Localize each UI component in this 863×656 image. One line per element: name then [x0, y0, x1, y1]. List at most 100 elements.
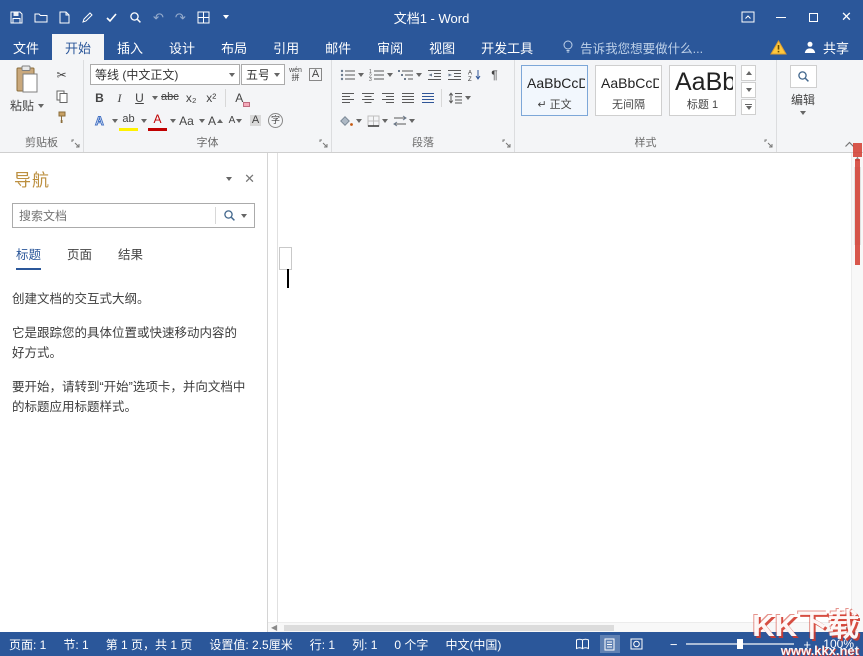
zoom-slider-thumb[interactable] [737, 639, 743, 649]
distribute-button[interactable] [418, 88, 437, 108]
align-left-button[interactable] [338, 88, 357, 108]
document-page[interactable] [268, 153, 851, 622]
minimize-button[interactable] [764, 0, 797, 34]
cut-button[interactable]: ✂ [52, 66, 71, 84]
web-layout-button[interactable] [627, 635, 647, 653]
line-spacing-button[interactable] [446, 88, 473, 108]
highlight-button[interactable]: ab [119, 111, 138, 131]
decrease-indent-button[interactable] [425, 65, 444, 85]
find-button[interactable] [790, 65, 817, 88]
shrink-font-button[interactable]: A [226, 111, 245, 131]
increase-indent-button[interactable] [445, 65, 464, 85]
print-layout-button[interactable] [600, 635, 620, 653]
notification-warning-icon[interactable] [770, 40, 787, 55]
find-icon[interactable] [129, 11, 142, 24]
style-card-heading1[interactable]: AaBbCcDd 标题 1 [669, 65, 736, 116]
superscript-button[interactable]: x² [202, 88, 221, 108]
tab-developer[interactable]: 开发工具 [468, 34, 546, 60]
status-page[interactable]: 页面: 1 [9, 636, 46, 653]
tab-home[interactable]: 开始 [52, 34, 104, 60]
status-line[interactable]: 行: 1 [310, 636, 335, 653]
clipboard-dialog-launcher[interactable] [71, 139, 81, 149]
status-setting[interactable]: 设置值: 2.5厘米 [209, 636, 292, 653]
subscript-button[interactable]: x₂ [182, 88, 201, 108]
align-center-button[interactable] [358, 88, 377, 108]
shading-button[interactable] [338, 111, 364, 131]
tab-view[interactable]: 视图 [416, 34, 468, 60]
nav-tab-pages[interactable]: 页面 [67, 244, 92, 270]
tab-file[interactable]: 文件 [0, 34, 52, 60]
bullets-button[interactable] [338, 65, 366, 85]
tab-insert[interactable]: 插入 [104, 34, 156, 60]
character-shading-button[interactable]: A [246, 111, 265, 131]
style-card-normal[interactable]: AaBbCcDd ↵ 正文 [521, 65, 588, 116]
nav-tab-headings[interactable]: 标题 [16, 244, 41, 270]
nav-tab-results[interactable]: 结果 [118, 244, 143, 270]
status-column[interactable]: 列: 1 [352, 636, 377, 653]
enclose-characters-button[interactable]: 字 [266, 111, 285, 131]
zoom-level[interactable]: 100% [820, 637, 854, 651]
style-scroll-up-button[interactable] [741, 65, 756, 81]
strikethrough-button[interactable]: abc [159, 88, 181, 108]
tab-layout[interactable]: 布局 [208, 34, 260, 60]
text-effects-button[interactable]: A [90, 111, 109, 131]
ribbon-display-options-icon[interactable] [731, 0, 764, 34]
justify-button[interactable] [398, 88, 417, 108]
status-section[interactable]: 节: 1 [63, 636, 88, 653]
tab-mailings[interactable]: 邮件 [312, 34, 364, 60]
font-size-select[interactable]: 五号 [241, 64, 285, 85]
draw-table-icon[interactable] [197, 11, 210, 24]
search-input[interactable] [13, 209, 215, 223]
share-button[interactable]: 共享 [803, 38, 849, 57]
tab-review[interactable]: 审阅 [364, 34, 416, 60]
numbering-button[interactable]: 123 [367, 65, 395, 85]
paste-button[interactable]: 粘贴 [6, 63, 48, 126]
pen-icon[interactable] [81, 11, 94, 24]
underline-dropdown[interactable] [152, 96, 158, 100]
sort-button[interactable]: AZ [465, 65, 484, 85]
font-color-dropdown[interactable] [170, 119, 176, 123]
tell-me-box[interactable]: 告诉我您想要做什么... [562, 34, 703, 60]
navigation-close-icon[interactable]: ✕ [244, 171, 255, 187]
style-scroll-down-button[interactable] [741, 82, 756, 98]
multilevel-list-button[interactable] [396, 65, 424, 85]
search-submit-button[interactable] [216, 204, 254, 227]
style-card-no-spacing[interactable]: AaBbCcDd 无间隔 [595, 65, 662, 116]
read-mode-button[interactable] [573, 635, 593, 653]
horizontal-scrollbar[interactable]: ◀ ▶ [268, 622, 851, 632]
borders-button[interactable] [365, 111, 390, 131]
clear-formatting-button[interactable]: A [230, 88, 249, 108]
font-color-button[interactable]: A [148, 111, 167, 131]
close-button[interactable]: ✕ [830, 0, 863, 34]
font-family-select[interactable]: 等线 (中文正文) [90, 64, 240, 85]
align-right-button[interactable] [378, 88, 397, 108]
new-document-icon[interactable] [59, 11, 70, 24]
tab-references[interactable]: 引用 [260, 34, 312, 60]
text-effects-dropdown[interactable] [112, 119, 118, 123]
spelling-check-icon[interactable] [105, 12, 118, 23]
save-icon[interactable] [10, 11, 23, 24]
editing-dropdown[interactable] [800, 111, 806, 115]
status-page-of[interactable]: 第 1 页，共 1 页 [106, 636, 193, 653]
format-painter-button[interactable] [52, 108, 71, 126]
undo-icon[interactable]: ↶ [153, 11, 164, 24]
bold-button[interactable]: B [90, 88, 109, 108]
open-icon[interactable] [34, 12, 48, 23]
font-dialog-launcher[interactable] [319, 139, 329, 149]
tab-design[interactable]: 设计 [156, 34, 208, 60]
status-language[interactable]: 中文(中国) [445, 636, 501, 653]
highlight-dropdown[interactable] [141, 119, 147, 123]
asian-layout-button[interactable] [391, 111, 417, 131]
underline-button[interactable]: U [130, 88, 149, 108]
maximize-button[interactable] [797, 0, 830, 34]
navigation-options-dropdown[interactable] [224, 177, 232, 181]
show-marks-button[interactable]: ¶ [485, 65, 504, 85]
styles-dialog-launcher[interactable] [764, 139, 774, 149]
change-case-dropdown[interactable] [199, 119, 205, 123]
zoom-in-button[interactable]: + [803, 638, 811, 651]
change-case-button[interactable]: Aa [177, 111, 196, 131]
phonetic-guide-button[interactable]: wén拼 [286, 65, 305, 85]
status-word-count[interactable]: 0 个字 [394, 636, 428, 653]
zoom-out-button[interactable]: − [670, 638, 678, 651]
qat-customize-icon[interactable] [221, 15, 229, 19]
